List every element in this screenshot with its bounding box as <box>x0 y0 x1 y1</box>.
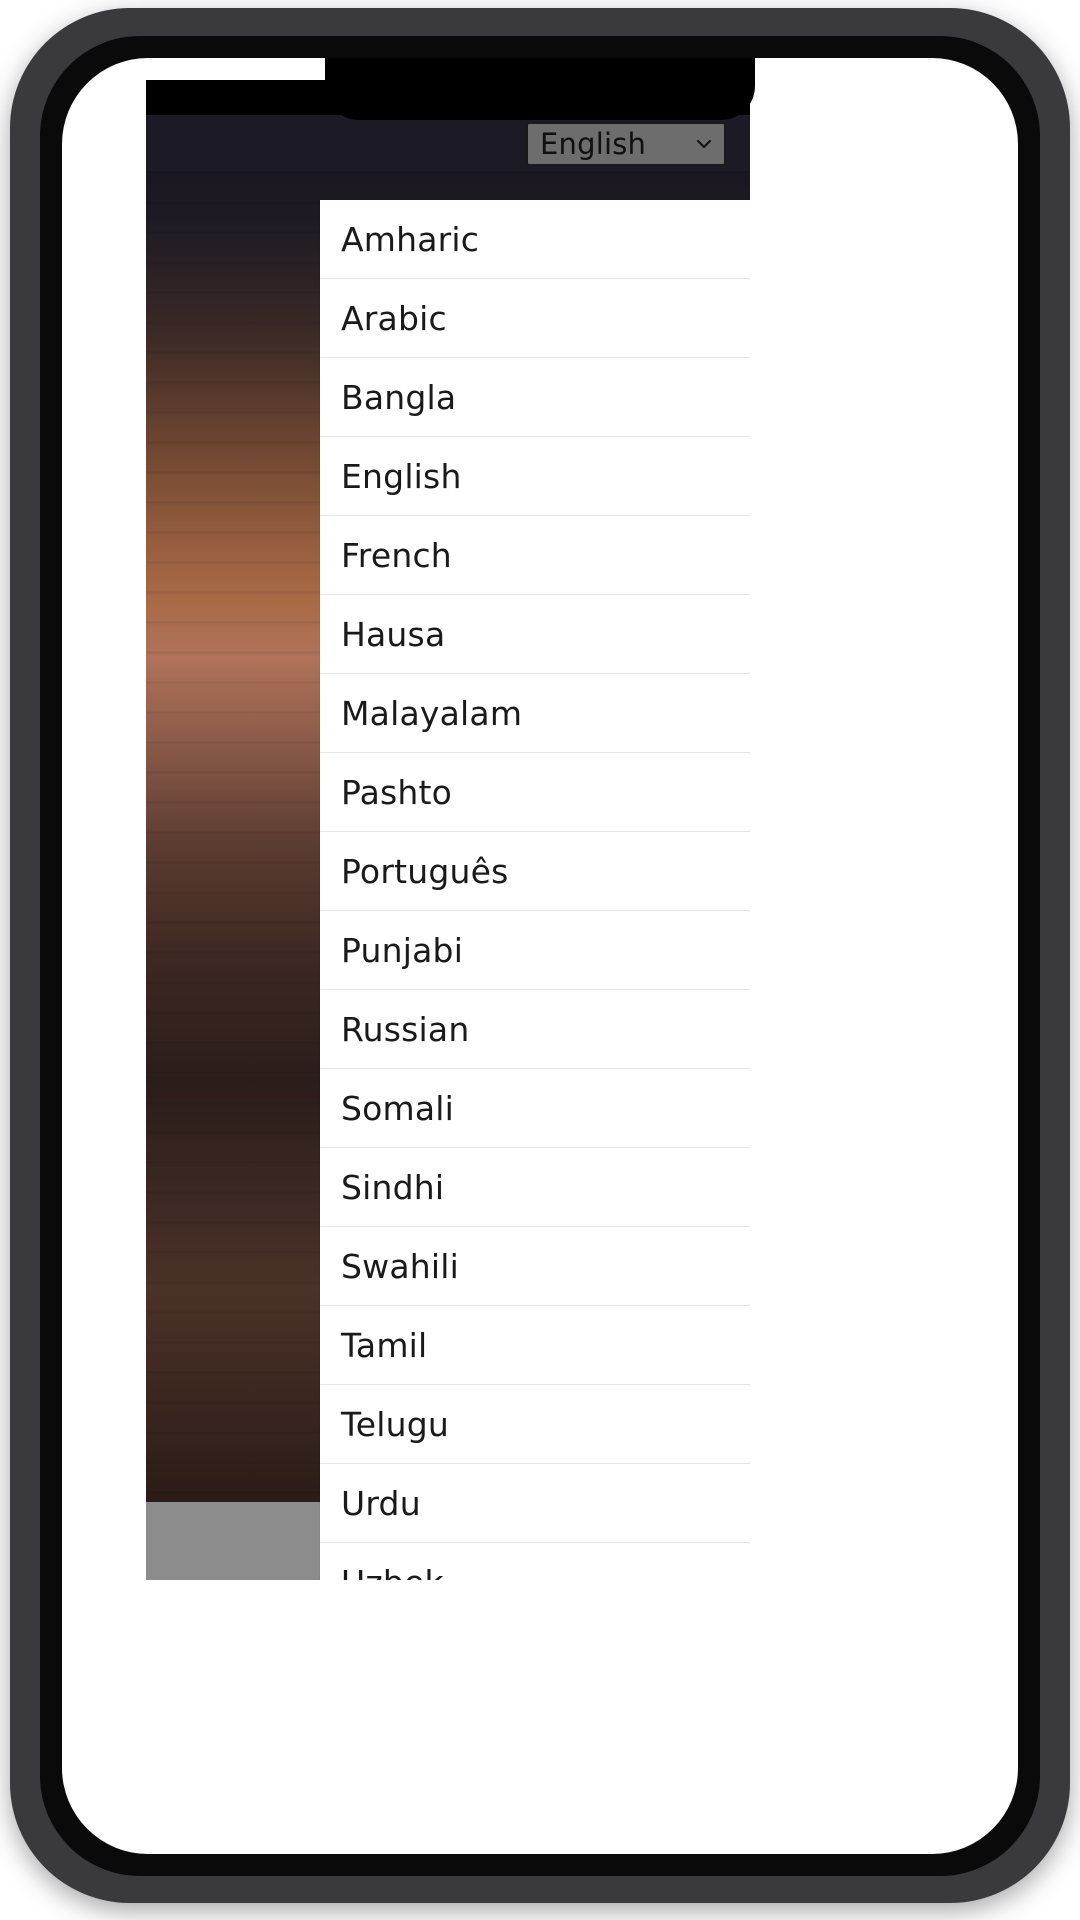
language-option-label: Uzbek <box>341 1566 750 1580</box>
power-button[interactable] <box>10 298 26 458</box>
language-option-label: Português <box>341 851 509 891</box>
language-option-row[interactable]: Urdu <box>320 1464 750 1543</box>
device-notch <box>325 58 755 120</box>
language-option-label: Malayalam <box>341 693 523 733</box>
language-option-label: Arabic <box>341 298 447 338</box>
language-option-row[interactable]: Malayalam <box>320 674 750 753</box>
language-option-label: Somali <box>341 1088 455 1128</box>
volume-down-button[interactable] <box>10 188 26 298</box>
language-option-label: Amharic <box>341 219 480 259</box>
language-option-row[interactable]: Telugu <box>320 1385 750 1464</box>
language-dropdown[interactable]: English <box>526 122 726 166</box>
language-option-row[interactable]: Hausa <box>320 595 750 674</box>
language-option-label: Swahili <box>341 1246 459 1286</box>
language-dropdown-value: English <box>540 127 647 161</box>
language-option-row[interactable]: Swahili <box>320 1227 750 1306</box>
language-option-label: Bangla <box>341 377 457 417</box>
language-option-label: Pashto <box>341 772 453 812</box>
language-option-label: English <box>341 456 462 496</box>
app-screenshot-area: English Amharic Arabic Bangla English French… <box>146 80 750 1580</box>
language-options-list[interactable]: Amharic Arabic Bangla English French Hausa Mal… <box>320 200 750 1580</box>
phone-device-frame: English Amharic Arabic Bangla English French… <box>10 8 1070 1903</box>
language-option-row[interactable]: Português <box>320 832 750 911</box>
language-option-label: Telugu <box>341 1404 449 1444</box>
language-option-row[interactable]: Punjabi <box>320 911 750 990</box>
language-option-row[interactable]: Uzbek <box>320 1543 750 1580</box>
language-option-row[interactable]: English <box>320 437 750 516</box>
language-option-row[interactable]: Arabic <box>320 279 750 358</box>
language-option-row[interactable]: French <box>320 516 750 595</box>
language-option-label: Sindhi <box>341 1167 445 1207</box>
language-option-label: Urdu <box>341 1483 421 1523</box>
language-option-row[interactable]: Tamil <box>320 1306 750 1385</box>
volume-up-button[interactable] <box>10 78 26 188</box>
language-option-label: Hausa <box>341 614 446 654</box>
language-option-label: French <box>341 535 452 575</box>
language-option-label: Russian <box>341 1009 470 1049</box>
language-option-row[interactable]: Pashto <box>320 753 750 832</box>
language-option-row[interactable]: Bangla <box>320 358 750 437</box>
language-option-row[interactable]: Amharic <box>320 200 750 279</box>
phone-screen: English Amharic Arabic Bangla English French… <box>62 58 1018 1854</box>
language-option-label: Tamil <box>341 1325 428 1365</box>
mute-switch-button[interactable] <box>10 8 26 78</box>
language-option-label: Punjabi <box>341 930 464 970</box>
language-option-row[interactable]: Somali <box>320 1069 750 1148</box>
language-option-row[interactable]: Sindhi <box>320 1148 750 1227</box>
chevron-down-icon <box>697 140 711 148</box>
language-option-row[interactable]: Russian <box>320 990 750 1069</box>
